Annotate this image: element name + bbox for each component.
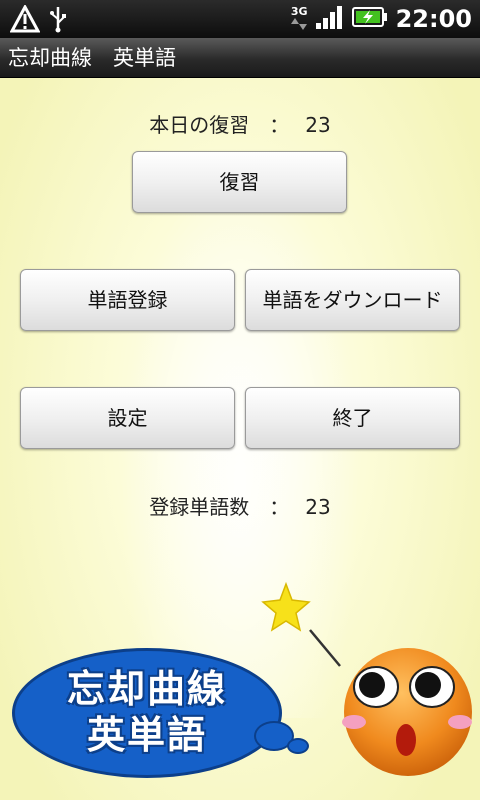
- mascot-face-icon: [342, 648, 472, 776]
- today-review-count: 23: [305, 113, 331, 137]
- review-button[interactable]: 復習: [132, 151, 347, 213]
- network-arrows-icon: [291, 17, 308, 33]
- signal-icon: [315, 5, 344, 33]
- today-review-label: 本日の復習 ：: [149, 113, 290, 137]
- settings-button[interactable]: 設定: [20, 387, 235, 449]
- download-words-button[interactable]: 単語をダウンロード: [245, 269, 460, 331]
- logo-bubble-tiny: [287, 738, 309, 754]
- app-title-bar: 忘却曲線 英単語: [0, 38, 480, 78]
- alert-icon: [9, 3, 41, 37]
- main-content: 本日の復習 ： 23 復習 単語登録 単語をダウンロード 設定 終了 登録単語数 …: [0, 78, 480, 800]
- app-title: 忘却曲線 英単語: [8, 46, 176, 70]
- exit-button[interactable]: 終了: [245, 387, 460, 449]
- network-type: 3G: [290, 4, 308, 18]
- logo-line-1: 忘却曲線: [66, 667, 227, 711]
- app-logo: 忘却曲線 英単語: [12, 666, 282, 758]
- today-review-row: 本日の復習 ： 23: [0, 109, 480, 138]
- status-time: 22:00: [395, 5, 472, 33]
- status-right: 3G 22:00: [291, 0, 472, 38]
- logo-line-2: 英単語: [86, 713, 207, 757]
- status-left: [9, 3, 68, 37]
- registered-words-count: 23: [305, 495, 331, 519]
- registered-words-row: 登録単語数 ： 23: [0, 491, 480, 520]
- star-wand-icon: [261, 581, 341, 667]
- battery-charging-icon: [351, 6, 388, 32]
- network-indicator: 3G: [290, 4, 308, 33]
- status-bar: 3G 22:00: [0, 0, 480, 38]
- registered-words-label: 登録単語数 ：: [149, 495, 290, 519]
- usb-icon: [48, 5, 68, 37]
- register-word-button[interactable]: 単語登録: [20, 269, 235, 331]
